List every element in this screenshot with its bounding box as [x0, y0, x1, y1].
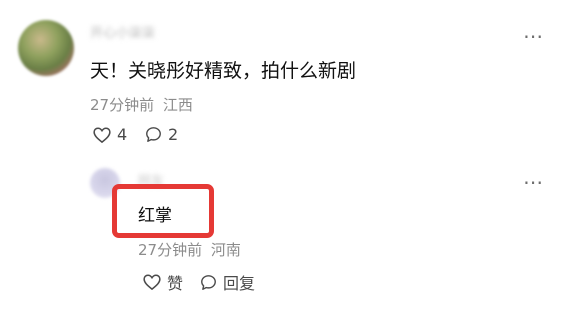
heart-icon — [93, 126, 111, 143]
more-options-icon[interactable]: ⋯ — [523, 26, 544, 46]
heart-icon — [143, 274, 161, 290]
like-button[interactable]: 4 — [93, 125, 127, 144]
like-count: 4 — [117, 125, 128, 144]
comment-meta: 27分钟前 江西 — [90, 94, 193, 115]
comment-location: 江西 — [162, 96, 193, 114]
comment-bubble-icon — [201, 274, 216, 290]
reply-like-button[interactable]: 赞 — [143, 270, 183, 294]
commenter-avatar[interactable] — [18, 20, 74, 76]
reply-reply-label: 回复 — [223, 274, 256, 293]
reply-count-button[interactable]: 2 — [145, 125, 178, 144]
commenter-username[interactable]: 开心小柒柒 — [90, 22, 200, 41]
highlight-annotation-box — [112, 184, 214, 238]
comment-text: 天！关晓彤好精致，拍什么新剧 — [90, 60, 357, 82]
comment-bubble-icon — [146, 127, 161, 142]
reply-like-label: 赞 — [167, 274, 184, 293]
comment-time: 27分钟前 — [90, 96, 155, 114]
reply-reply-button[interactable]: 回复 — [200, 270, 255, 294]
reply-more-options-icon[interactable]: ⋯ — [523, 172, 544, 192]
reply-time: 27分钟前 — [138, 241, 203, 259]
reply-location: 河南 — [210, 241, 241, 259]
reply-meta: 27分钟前 河南 — [138, 239, 241, 260]
reply-count: 2 — [168, 125, 179, 144]
replier-username[interactable]: 网友 — [138, 170, 178, 189]
